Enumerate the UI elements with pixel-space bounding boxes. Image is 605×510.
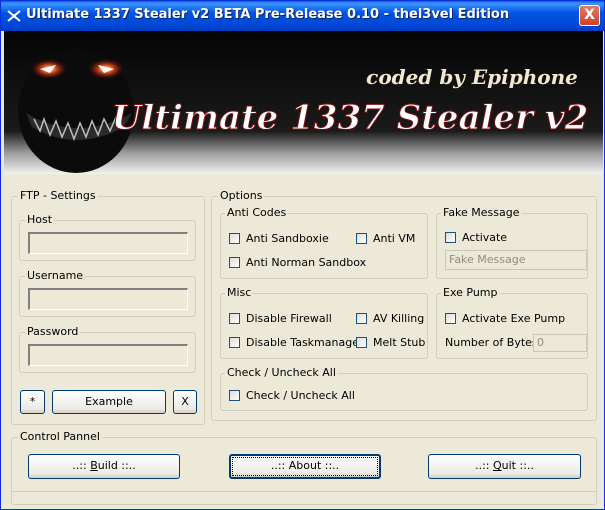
- disable-taskmanager-checkbox[interactable]: Disable Taskmanager: [229, 336, 363, 349]
- build-hotkey: B: [90, 459, 98, 472]
- username-group: Username: [19, 269, 196, 317]
- exe-pump-group: Exe Pump Activate Exe Pump Number of Byt…: [436, 286, 588, 359]
- av-killing-checkbox[interactable]: AV Killing: [356, 312, 424, 325]
- control-panel-group: Control Pannel ..:: Build ::.. ..:: Abou…: [11, 430, 597, 505]
- checkbox-box[interactable]: [229, 337, 240, 348]
- about-button-label: ..:: About ::..: [270, 459, 340, 472]
- quit-prefix: ..::: [475, 459, 493, 472]
- check-uncheck-all-label: Check / Uncheck All: [246, 389, 355, 402]
- fake-message-legend: Fake Message: [441, 206, 522, 219]
- quit-hotkey: Q: [492, 459, 502, 472]
- quit-button[interactable]: ..:: Quit ::..: [428, 454, 581, 479]
- about-button[interactable]: ..:: About ::..: [229, 454, 381, 479]
- panel-divider: [12, 491, 596, 492]
- checkbox-box[interactable]: [445, 232, 456, 243]
- melt-stub-label: Melt Stub: [373, 336, 426, 349]
- fake-message-group: Fake Message Activate Fake Message: [436, 206, 588, 279]
- disable-firewall-label: Disable Firewall: [246, 312, 332, 325]
- exe-pump-legend: Exe Pump: [441, 286, 500, 299]
- misc-group: Misc Disable Firewall AV Killing Disable…: [220, 286, 428, 359]
- check-all-legend: Check / Uncheck All: [225, 366, 338, 379]
- misc-legend: Misc: [225, 286, 254, 299]
- anti-vm-checkbox[interactable]: Anti VM: [356, 232, 415, 245]
- username-label: Username: [25, 269, 86, 282]
- asterisk-button[interactable]: *: [20, 390, 45, 414]
- banner-art: coded by Epiphone Ultimate 1337 Stealer …: [4, 31, 603, 174]
- checkbox-box[interactable]: [229, 313, 240, 324]
- number-of-bytes-input[interactable]: 0: [533, 334, 587, 352]
- quit-suffix: uit ::..: [501, 459, 534, 472]
- check-all-group: Check / Uncheck All Check / Uncheck All: [220, 366, 588, 411]
- fake-message-activate-checkbox[interactable]: Activate: [445, 231, 507, 244]
- av-killing-label: AV Killing: [373, 312, 425, 325]
- host-label: Host: [25, 213, 55, 226]
- example-button[interactable]: Example: [52, 390, 166, 414]
- password-group: Password: [19, 325, 196, 373]
- fake-message-activate-label: Activate: [462, 231, 508, 244]
- example-button-label: Example: [85, 395, 133, 408]
- checkbox-box[interactable]: [229, 390, 240, 401]
- host-group: Host: [19, 213, 196, 261]
- clear-button[interactable]: X: [173, 390, 197, 414]
- username-input[interactable]: [28, 288, 188, 310]
- check-uncheck-all-checkbox[interactable]: Check / Uncheck All: [229, 389, 355, 402]
- app-icon: [7, 10, 21, 22]
- asterisk-button-label: *: [29, 395, 36, 408]
- anti-codes-legend: Anti Codes: [225, 206, 289, 219]
- number-of-bytes-label: Number of Bytes:: [445, 336, 542, 349]
- banner-credit: coded by Epiphone: [366, 65, 578, 89]
- checkbox-box[interactable]: [356, 337, 367, 348]
- checkbox-box[interactable]: [445, 313, 456, 324]
- activate-exe-pump-checkbox[interactable]: Activate Exe Pump: [445, 312, 565, 325]
- disable-taskmanager-label: Disable Taskmanager: [246, 336, 364, 349]
- anti-norman-sandbox-label: Anti Norman Sandbox: [246, 256, 367, 269]
- checkbox-box[interactable]: [356, 313, 367, 324]
- anti-codes-group: Anti Codes Anti Sandboxie Anti VM Anti N…: [220, 206, 428, 279]
- fake-message-input[interactable]: Fake Message: [445, 250, 587, 270]
- anti-vm-label: Anti VM: [373, 232, 416, 245]
- build-prefix: ..::: [72, 459, 91, 472]
- build-suffix: uild ::..: [97, 459, 136, 472]
- clear-button-label: X: [181, 395, 189, 408]
- options-legend: Options: [218, 189, 265, 202]
- ftp-settings-legend: FTP - Settings: [18, 189, 98, 202]
- anti-sandboxie-label: Anti Sandboxie: [246, 232, 329, 245]
- window-title: Ultimate 1337 Stealer v2 BETA Pre-Releas…: [26, 7, 510, 22]
- anti-sandboxie-checkbox[interactable]: Anti Sandboxie: [229, 232, 329, 245]
- build-button[interactable]: ..:: Build ::..: [28, 454, 180, 479]
- close-icon: X: [584, 7, 595, 23]
- banner-logo: Ultimate 1337 Stealer v2: [112, 98, 588, 138]
- close-button[interactable]: X: [579, 5, 600, 26]
- ftp-settings-group: FTP - Settings Host Username Password * …: [11, 189, 205, 425]
- password-label: Password: [25, 325, 81, 338]
- activate-exe-pump-label: Activate Exe Pump: [462, 312, 566, 325]
- host-input[interactable]: [28, 232, 188, 254]
- options-group: Options Anti Codes Anti Sandboxie Anti V…: [211, 189, 597, 421]
- password-input[interactable]: [28, 344, 188, 366]
- checkbox-box[interactable]: [229, 233, 240, 244]
- anti-norman-sandbox-checkbox[interactable]: Anti Norman Sandbox: [229, 256, 366, 269]
- melt-stub-checkbox[interactable]: Melt Stub: [356, 336, 425, 349]
- checkbox-box[interactable]: [229, 257, 240, 268]
- disable-firewall-checkbox[interactable]: Disable Firewall: [229, 312, 332, 325]
- title-bar[interactable]: Ultimate 1337 Stealer v2 BETA Pre-Releas…: [1, 1, 604, 31]
- header-banner: coded by Epiphone Ultimate 1337 Stealer …: [4, 31, 603, 174]
- checkbox-box[interactable]: [356, 233, 367, 244]
- main-window: Ultimate 1337 Stealer v2 BETA Pre-Releas…: [0, 0, 605, 510]
- control-panel-legend: Control Pannel: [18, 430, 102, 443]
